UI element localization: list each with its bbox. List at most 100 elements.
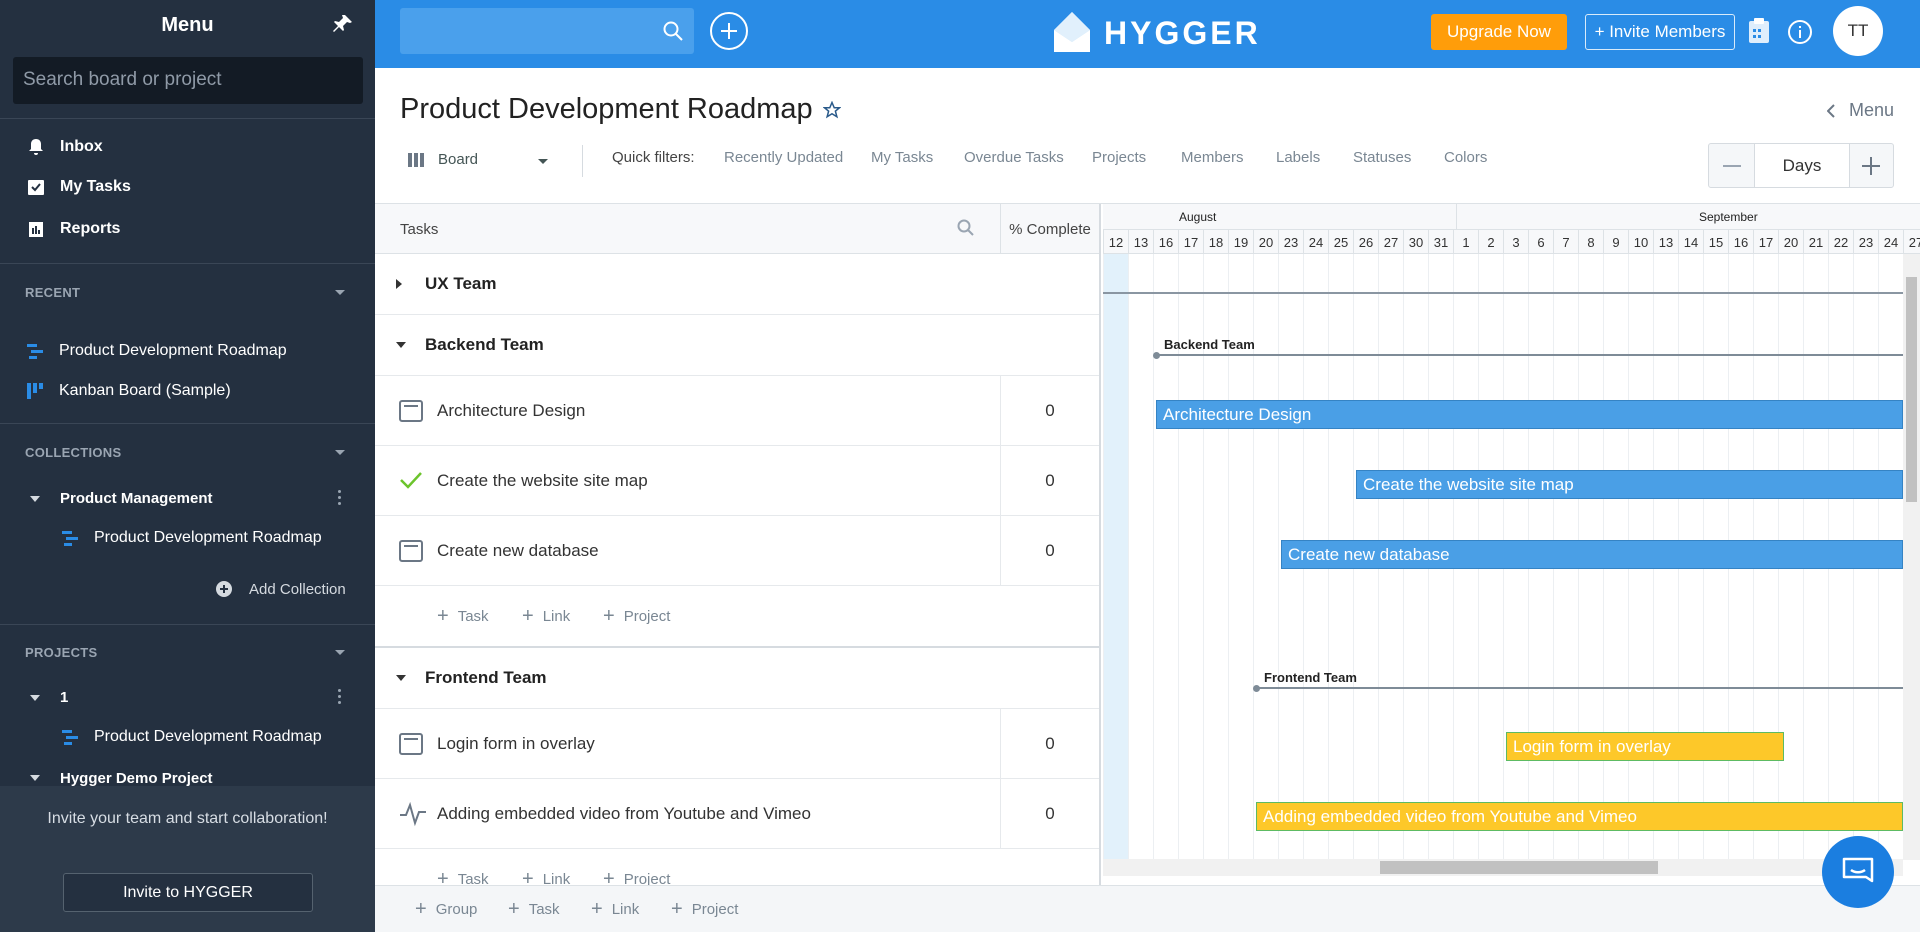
- add-task-link[interactable]: + Task: [508, 899, 560, 919]
- collection-label: Product Management: [60, 490, 213, 507]
- sidebar-item-reports[interactable]: Reports: [0, 209, 375, 249]
- sidebar-item-inbox[interactable]: Inbox: [0, 127, 375, 167]
- zoom-in-button[interactable]: [1848, 144, 1893, 187]
- gantt-bar-video[interactable]: Adding embedded video from Youtube and V…: [1256, 802, 1903, 831]
- caret-right-icon[interactable]: [395, 278, 403, 290]
- filter-statuses[interactable]: Statuses: [1353, 149, 1411, 166]
- add-group-label: Group: [435, 901, 478, 918]
- invite-text: Invite your team and start collaboration…: [47, 810, 328, 827]
- scroll-thumb[interactable]: [1380, 861, 1658, 874]
- star-icon[interactable]: [822, 100, 841, 119]
- plus-icon: [721, 23, 737, 39]
- add-project-link[interactable]: + Project: [603, 868, 670, 885]
- top-search-input[interactable]: [400, 8, 694, 54]
- task-row[interactable]: Create the website site map 0: [375, 446, 1099, 516]
- filter-recently-updated[interactable]: Recently Updated: [724, 149, 843, 166]
- bottom-add-bar: + Group + Task + Link + Project: [375, 885, 1920, 932]
- filter-colors[interactable]: Colors: [1444, 149, 1487, 166]
- recent-item-label: Kanban Board (Sample): [59, 382, 231, 399]
- task-row[interactable]: Login form in overlay 0: [375, 709, 1099, 779]
- task-row[interactable]: Adding embedded video from Youtube and V…: [375, 779, 1099, 849]
- avatar[interactable]: TT: [1833, 6, 1883, 56]
- add-collection-label: Add Collection: [249, 580, 346, 598]
- horizontal-scrollbar[interactable]: [1103, 859, 1903, 876]
- recent-item-kanban[interactable]: Kanban Board (Sample): [25, 381, 231, 401]
- filter-members[interactable]: Members: [1181, 149, 1244, 166]
- add-task-link[interactable]: + Task: [437, 869, 489, 885]
- day-label: 27: [1903, 230, 1920, 255]
- add-project-link[interactable]: + Project: [603, 606, 670, 626]
- day-label: 19: [1228, 230, 1253, 255]
- pin-icon[interactable]: [331, 12, 355, 36]
- project-item-roadmap[interactable]: Product Development Roadmap: [60, 727, 322, 747]
- zoom-level[interactable]: Days: [1754, 144, 1850, 187]
- task-row[interactable]: Create new database 0: [375, 516, 1099, 586]
- gantt-bar-database[interactable]: Create new database: [1281, 540, 1903, 569]
- recent-section-title: RECENT: [25, 285, 81, 300]
- group-bar-backend[interactable]: [1156, 354, 1903, 356]
- group-row-backend[interactable]: Backend Team: [375, 315, 1099, 376]
- add-link-link[interactable]: + Link: [591, 899, 639, 919]
- gantt-bar-login[interactable]: Login form in overlay: [1506, 732, 1784, 761]
- add-task-link[interactable]: + Task: [437, 606, 489, 626]
- collection-item-label: Product Development Roadmap: [94, 529, 322, 546]
- group-bar-frontend[interactable]: [1256, 687, 1903, 689]
- chevron-down-icon[interactable]: [335, 450, 345, 455]
- kebab-icon[interactable]: [338, 689, 342, 704]
- divider: [0, 423, 375, 424]
- invite-members-button[interactable]: + Invite Members: [1585, 14, 1735, 50]
- filter-my-tasks[interactable]: My Tasks: [871, 149, 933, 166]
- page-title: Product Development Roadmap: [400, 93, 841, 126]
- divider: [0, 263, 375, 264]
- add-project-link[interactable]: + Project: [671, 899, 738, 919]
- plus-icon: +: [603, 868, 615, 885]
- invite-to-hygger-button[interactable]: Invite to HYGGER: [63, 873, 313, 912]
- add-group-link[interactable]: + Group: [415, 899, 478, 919]
- zoom-out-button[interactable]: [1709, 144, 1754, 187]
- chevron-down-icon[interactable]: [335, 650, 345, 655]
- collection-item-roadmap[interactable]: Product Development Roadmap: [60, 528, 322, 548]
- vertical-scrollbar[interactable]: [1903, 254, 1920, 860]
- task-row[interactable]: Architecture Design 0: [375, 376, 1099, 446]
- group-row-frontend[interactable]: Frontend Team: [375, 648, 1099, 709]
- filter-labels[interactable]: Labels: [1276, 149, 1320, 166]
- sidebar-search-input[interactable]: Search board or project: [13, 57, 363, 104]
- add-button[interactable]: [710, 12, 748, 50]
- sidebar-item-my-tasks[interactable]: My Tasks: [0, 167, 375, 207]
- filter-overdue-tasks[interactable]: Overdue Tasks: [964, 149, 1064, 166]
- day-label: 15: [1703, 230, 1728, 255]
- gantt-bar-architecture[interactable]: Architecture Design: [1156, 400, 1903, 429]
- project-1[interactable]: 1: [30, 689, 68, 706]
- menu-toggle[interactable]: Menu: [1826, 100, 1894, 121]
- caret-down-icon[interactable]: [395, 674, 407, 682]
- collection-product-management[interactable]: Product Management: [30, 490, 213, 507]
- add-link-link[interactable]: + Link: [522, 868, 571, 885]
- recent-item-roadmap[interactable]: Product Development Roadmap: [25, 341, 287, 361]
- project-label: Hygger Demo Project: [60, 770, 213, 786]
- task-complete: 0: [1000, 446, 1099, 515]
- plus-icon: +: [522, 868, 534, 885]
- add-link-link[interactable]: + Link: [522, 606, 571, 626]
- search-icon[interactable]: [957, 219, 975, 237]
- gantt-bar-sitemap[interactable]: Create the website site map: [1356, 470, 1903, 499]
- day-gridline: [1128, 254, 1129, 860]
- scroll-thumb[interactable]: [1906, 277, 1917, 502]
- sidebar-header: Menu: [0, 0, 375, 50]
- group-row-ux[interactable]: UX Team: [375, 254, 1099, 315]
- task-complete: 0: [1000, 779, 1099, 848]
- hygger-logo[interactable]: HYGGER: [1050, 8, 1261, 58]
- filter-projects[interactable]: Projects: [1092, 149, 1146, 166]
- day-label: 18: [1203, 230, 1228, 255]
- chevron-down-icon[interactable]: [335, 290, 345, 295]
- kebab-icon[interactable]: [338, 490, 342, 505]
- view-select[interactable]: Board: [408, 151, 548, 168]
- upgrade-now-button[interactable]: Upgrade Now: [1431, 14, 1567, 50]
- add-link-label: Link: [542, 871, 571, 885]
- chat-button[interactable]: [1822, 836, 1894, 908]
- clipboard-icon[interactable]: [1747, 17, 1771, 45]
- project-hygger-demo[interactable]: Hygger Demo Project: [30, 770, 213, 786]
- add-link-label: Link: [542, 608, 571, 625]
- info-icon[interactable]: [1787, 19, 1813, 45]
- add-collection-button[interactable]: Add Collection: [215, 580, 346, 598]
- caret-down-icon[interactable]: [395, 341, 407, 349]
